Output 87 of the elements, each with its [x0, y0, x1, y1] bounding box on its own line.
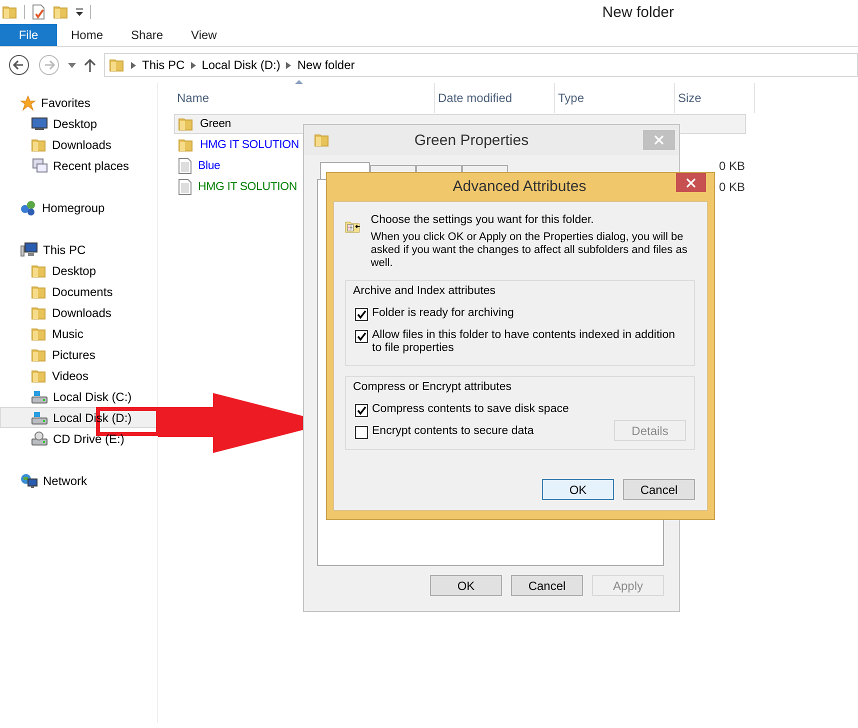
folder-icon [31, 326, 47, 342]
folder-icon [31, 346, 47, 362]
chevron-icon [190, 62, 196, 68]
column-header[interactable]: Size [675, 83, 755, 113]
computer-icon [20, 242, 38, 258]
file-name[interactable]: HMG IT SOLUTION [198, 181, 298, 193]
document-icon [178, 158, 192, 174]
checkbox[interactable] [355, 330, 368, 343]
folder-icon [109, 57, 125, 73]
monitor-icon [31, 116, 48, 132]
checkbox-label[interactable]: Allow files in this folder to have contents indexed in addition to file properties [372, 329, 686, 355]
nav-item[interactable]: Desktop [0, 113, 157, 134]
caret-icon[interactable] [68, 62, 76, 68]
chevron-icon [286, 62, 292, 68]
dialog-button[interactable]: OK [430, 575, 502, 596]
network-nodes-icon [20, 200, 37, 216]
folder-icon [31, 284, 47, 300]
dialog-button[interactable]: OK [542, 479, 614, 500]
dialog-button[interactable]: Cancel [511, 575, 583, 596]
nav-item[interactable]: Network [0, 470, 157, 491]
folder-icon [31, 304, 47, 320]
column-header[interactable]: Type [555, 83, 675, 113]
nav-item[interactable]: Videos [0, 365, 157, 386]
folder-icon [31, 136, 47, 152]
back-icon[interactable] [8, 54, 30, 76]
nav-item[interactable]: CD Drive (E:) [0, 428, 157, 449]
chevron-icon [131, 62, 136, 68]
drive-icon [31, 430, 48, 446]
breadcrumb[interactable]: This PC [142, 58, 185, 72]
dialog-title: Green Properties [413, 132, 530, 148]
checkbox-label[interactable]: Compress contents to save disk space [372, 403, 569, 416]
group-title: Compress or Encrypt attributes [353, 381, 513, 393]
sort-arrow-icon [295, 80, 303, 84]
drive-icon [31, 388, 48, 404]
file-size: 0 KB [718, 159, 745, 173]
close-button[interactable] [676, 173, 706, 192]
ribbon-tab[interactable]: Share [117, 24, 178, 46]
properties-icon[interactable] [31, 4, 47, 20]
nav-item[interactable]: This PC [0, 239, 157, 260]
checkbox[interactable] [355, 404, 368, 417]
dialog-button[interactable]: Cancel [623, 479, 695, 500]
nav-item[interactable]: Recent places [0, 155, 157, 176]
breadcrumb[interactable]: Local Disk (D:) [202, 58, 280, 72]
folder-icon [314, 132, 330, 148]
file-name[interactable]: Blue [198, 160, 220, 172]
window-title: New folder [602, 4, 674, 20]
nav-item[interactable]: Desktop [0, 260, 157, 281]
dropdown-icon[interactable] [75, 8, 84, 16]
document-icon [178, 179, 192, 195]
nav-item[interactable]: Documents [0, 281, 157, 302]
folder-icon [178, 137, 194, 153]
folder-icon [2, 4, 18, 20]
ribbon-tab[interactable]: View [177, 24, 231, 46]
file-menu-button[interactable]: File [0, 24, 57, 46]
globe-monitor-icon [20, 472, 38, 488]
breadcrumb[interactable]: New folder [297, 58, 355, 72]
file-name[interactable]: Green [200, 118, 231, 130]
star-icon [20, 94, 36, 110]
dialog-title: Advanced Attributes [452, 177, 588, 197]
nav-item[interactable]: Local Disk (C:) [0, 386, 157, 407]
nav-item[interactable]: Music [0, 323, 157, 344]
file-size: 0 KB [718, 180, 745, 194]
folder-icon [31, 368, 47, 384]
checkbox-label[interactable]: Encrypt contents to secure data [372, 425, 534, 438]
nav-item[interactable]: Downloads [0, 134, 157, 155]
close-icon [686, 178, 696, 188]
note-text: When you click OK or Apply on the Properties dialog, you will be asked if you want the changes to affect all subfolders and files as well. [370, 231, 688, 270]
folder-icon [31, 262, 47, 278]
nav-item[interactable]: Pictures [0, 344, 157, 365]
up-arrow-icon[interactable] [84, 58, 96, 72]
address-field[interactable]: This PC Local Disk (D:) New folder [104, 53, 858, 77]
nav-item[interactable]: Favorites [0, 92, 157, 113]
nav-item[interactable]: Homegroup [0, 197, 157, 218]
instruction-text: Choose the settings you want for this folder. [370, 214, 595, 226]
new-folder-icon [53, 4, 69, 20]
drive-icon [31, 410, 48, 426]
recent-places-icon [31, 158, 48, 174]
column-header[interactable]: Date modified [435, 83, 555, 113]
nav-item[interactable]: Downloads [0, 302, 157, 323]
file-name[interactable]: HMG IT SOLUTION [200, 139, 300, 151]
ribbon-tab[interactable]: Home [57, 24, 118, 46]
checkbox-label[interactable]: Folder is ready for archiving [372, 307, 514, 320]
checkbox[interactable] [355, 426, 368, 439]
checkbox[interactable] [355, 308, 368, 321]
group-title: Archive and Index attributes [353, 285, 497, 297]
folder-icon [178, 116, 194, 132]
close-icon [654, 135, 664, 145]
